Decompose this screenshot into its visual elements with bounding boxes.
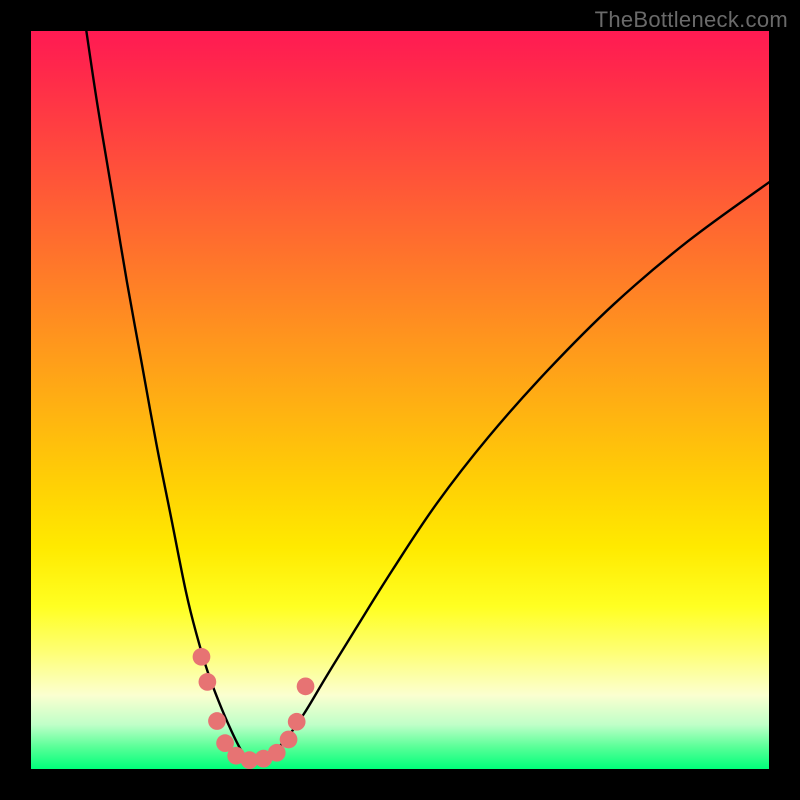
- marker-dot: [208, 712, 226, 730]
- watermark-text: TheBottleneck.com: [595, 7, 788, 33]
- marker-dot: [280, 731, 298, 749]
- trough-markers: [193, 648, 315, 769]
- marker-dot: [297, 677, 315, 695]
- outer-frame: TheBottleneck.com: [0, 0, 800, 800]
- marker-dot: [288, 713, 306, 731]
- marker-dot: [199, 673, 217, 691]
- right-curve: [252, 182, 769, 765]
- chart-svg: [31, 31, 769, 769]
- plot-area: [31, 31, 769, 769]
- left-curve: [86, 31, 252, 765]
- marker-dot: [193, 648, 211, 666]
- marker-dot: [268, 744, 286, 762]
